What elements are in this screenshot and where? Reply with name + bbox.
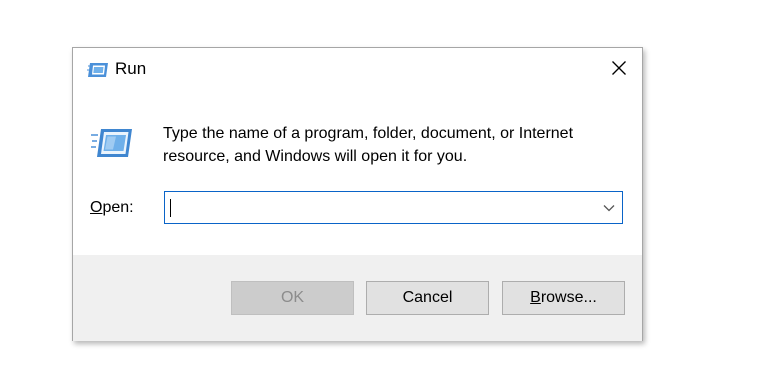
browse-button[interactable]: Browse...: [502, 281, 625, 315]
desktop-background: Run Type the name of a program, folder, …: [0, 0, 768, 380]
open-label-text: pen:: [102, 199, 134, 216]
run-dialog: Run Type the name of a program, folder, …: [72, 47, 643, 341]
cancel-button[interactable]: Cancel: [366, 281, 489, 315]
open-input[interactable]: [169, 196, 591, 219]
run-program-icon: [91, 127, 133, 159]
browse-button-mnemonic: B: [530, 289, 541, 306]
open-label-mnemonic: O: [90, 199, 103, 216]
text-caret: [170, 199, 171, 217]
chevron-down-icon: [603, 199, 615, 217]
close-icon: [611, 60, 627, 81]
close-button[interactable]: [596, 48, 642, 92]
open-label: Open:: [90, 199, 134, 217]
ok-button-label: OK: [280, 289, 305, 306]
title-bar[interactable]: Run: [73, 48, 642, 92]
browse-button-label: rowse...: [540, 289, 597, 306]
ok-button[interactable]: OK: [231, 281, 354, 315]
run-icon: [87, 62, 109, 78]
open-combobox[interactable]: [164, 191, 623, 224]
cancel-button-label: Cancel: [402, 289, 453, 306]
open-dropdown-button[interactable]: [596, 192, 622, 223]
run-instructions: Type the name of a program, folder, docu…: [163, 125, 574, 165]
window-title: Run: [115, 59, 147, 78]
